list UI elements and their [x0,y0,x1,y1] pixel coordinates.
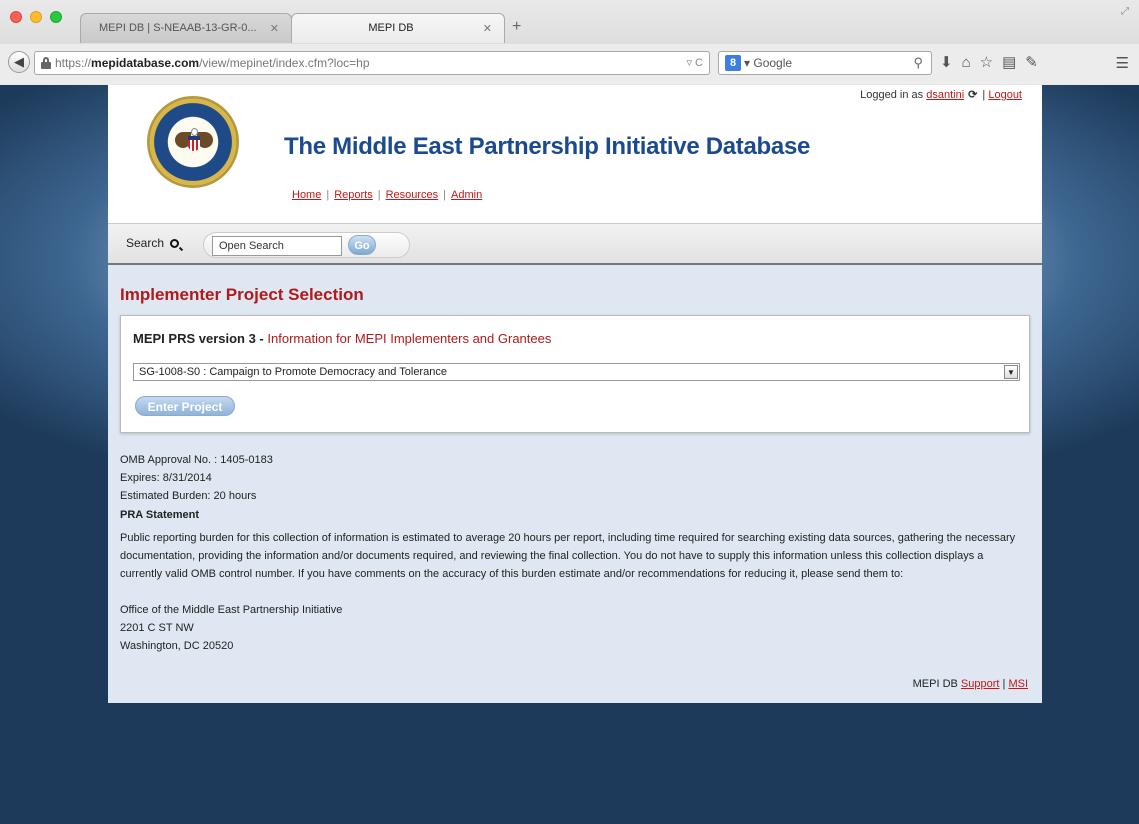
tab-inactive[interactable]: MEPI DB | S-NEAAB-13-GR-0... ✕ [80,13,292,43]
tab-title: MEPI DB [368,22,414,34]
selected-project: SG-1008-S0 : Campaign to Promote Democra… [139,366,447,378]
search-engine-label: ▾ Google [744,56,793,70]
lock-icon [41,57,51,69]
toolbar-icons[interactable]: ⬇⌂☆▤✎ [940,53,1047,71]
department-of-state-seal-icon [147,96,239,188]
site-nav: Home | Reports | Resources | Admin [292,189,483,201]
username-link[interactable]: dsantini [926,89,964,101]
window-minimize-button[interactable] [30,11,42,23]
back-arrow-icon[interactable]: ◀ [8,51,30,73]
eagle-icon [175,126,213,158]
page-title: Implementer Project Selection [120,285,364,304]
msi-link[interactable]: MSI [1008,678,1028,690]
panel-title: MEPI PRS version 3 - Information for MEP… [133,331,552,346]
search-strip: Search Go [108,223,1042,265]
window-zoom-button[interactable] [50,11,62,23]
search-label: Search [126,236,180,250]
nav-admin-link[interactable]: Admin [451,189,482,201]
address-bar[interactable]: https://mepidatabase.com/view/mepinet/in… [34,51,710,75]
nav-resources-link[interactable]: Resources [386,189,439,201]
tab-active[interactable]: MEPI DB ✕ [291,13,505,43]
nav-home-link[interactable]: Home [292,189,321,201]
tab-title: MEPI DB | S-NEAAB-13-GR-0... [99,22,257,34]
pra-heading: PRA Statement [120,509,200,521]
new-tab-icon[interactable]: + [512,18,521,36]
chevron-down-icon[interactable]: ▼ [1004,365,1018,379]
browser-search-bar[interactable]: 8 ▾ Google ⚲ [718,51,932,75]
refresh-icon[interactable]: ⟳ [968,88,977,101]
tab-close-icon[interactable]: ✕ [270,22,279,35]
browser-chrome: MEPI DB | S-NEAAB-13-GR-0... ✕ MEPI DB ✕… [0,0,1139,84]
support-link[interactable]: Support [961,678,1000,690]
reload-icon[interactable]: ▿ C [686,56,703,69]
fullscreen-icon[interactable]: ⤢ [1121,6,1129,17]
url-text: https://mepidatabase.com/view/mepinet/in… [55,56,370,70]
navigation-toolbar: ◀ https://mepidatabase.com/view/mepinet/… [0,44,1139,84]
site-container: The Middle East Partnership Initiative D… [108,85,1042,703]
logout-link[interactable]: Logout [988,89,1022,101]
search-icon [170,239,180,248]
office-address: Office of the Middle East Partnership In… [120,604,343,652]
search-icon[interactable]: ⚲ [913,55,923,71]
tab-close-icon[interactable]: ✕ [483,22,492,35]
go-button[interactable]: Go [348,235,376,255]
enter-project-button[interactable]: Enter Project [135,396,235,416]
site-header: The Middle East Partnership Initiative D… [108,85,1042,223]
site-title: The Middle East Partnership Initiative D… [284,133,811,160]
site-footer: MEPI DB Support | MSI [912,678,1028,690]
nav-reports-link[interactable]: Reports [334,189,373,201]
pra-statement: Public reporting burden for this collect… [120,532,1016,580]
search-container: Go [203,232,410,258]
page-viewport: The Middle East Partnership Initiative D… [0,85,1139,824]
login-info: Logged in as dsantini ⟳ | Logout [860,88,1022,101]
omb-info: OMB Approval No. : 1405-0183 Expires: 8/… [120,454,273,502]
project-selection-panel: MEPI PRS version 3 - Information for MEP… [120,315,1030,433]
search-input[interactable] [212,236,342,256]
google-icon: 8 [725,55,741,71]
project-select[interactable]: SG-1008-S0 : Campaign to Promote Democra… [133,363,1020,381]
window-close-button[interactable] [10,11,22,23]
menu-icon[interactable]: ☰ [1116,54,1129,72]
